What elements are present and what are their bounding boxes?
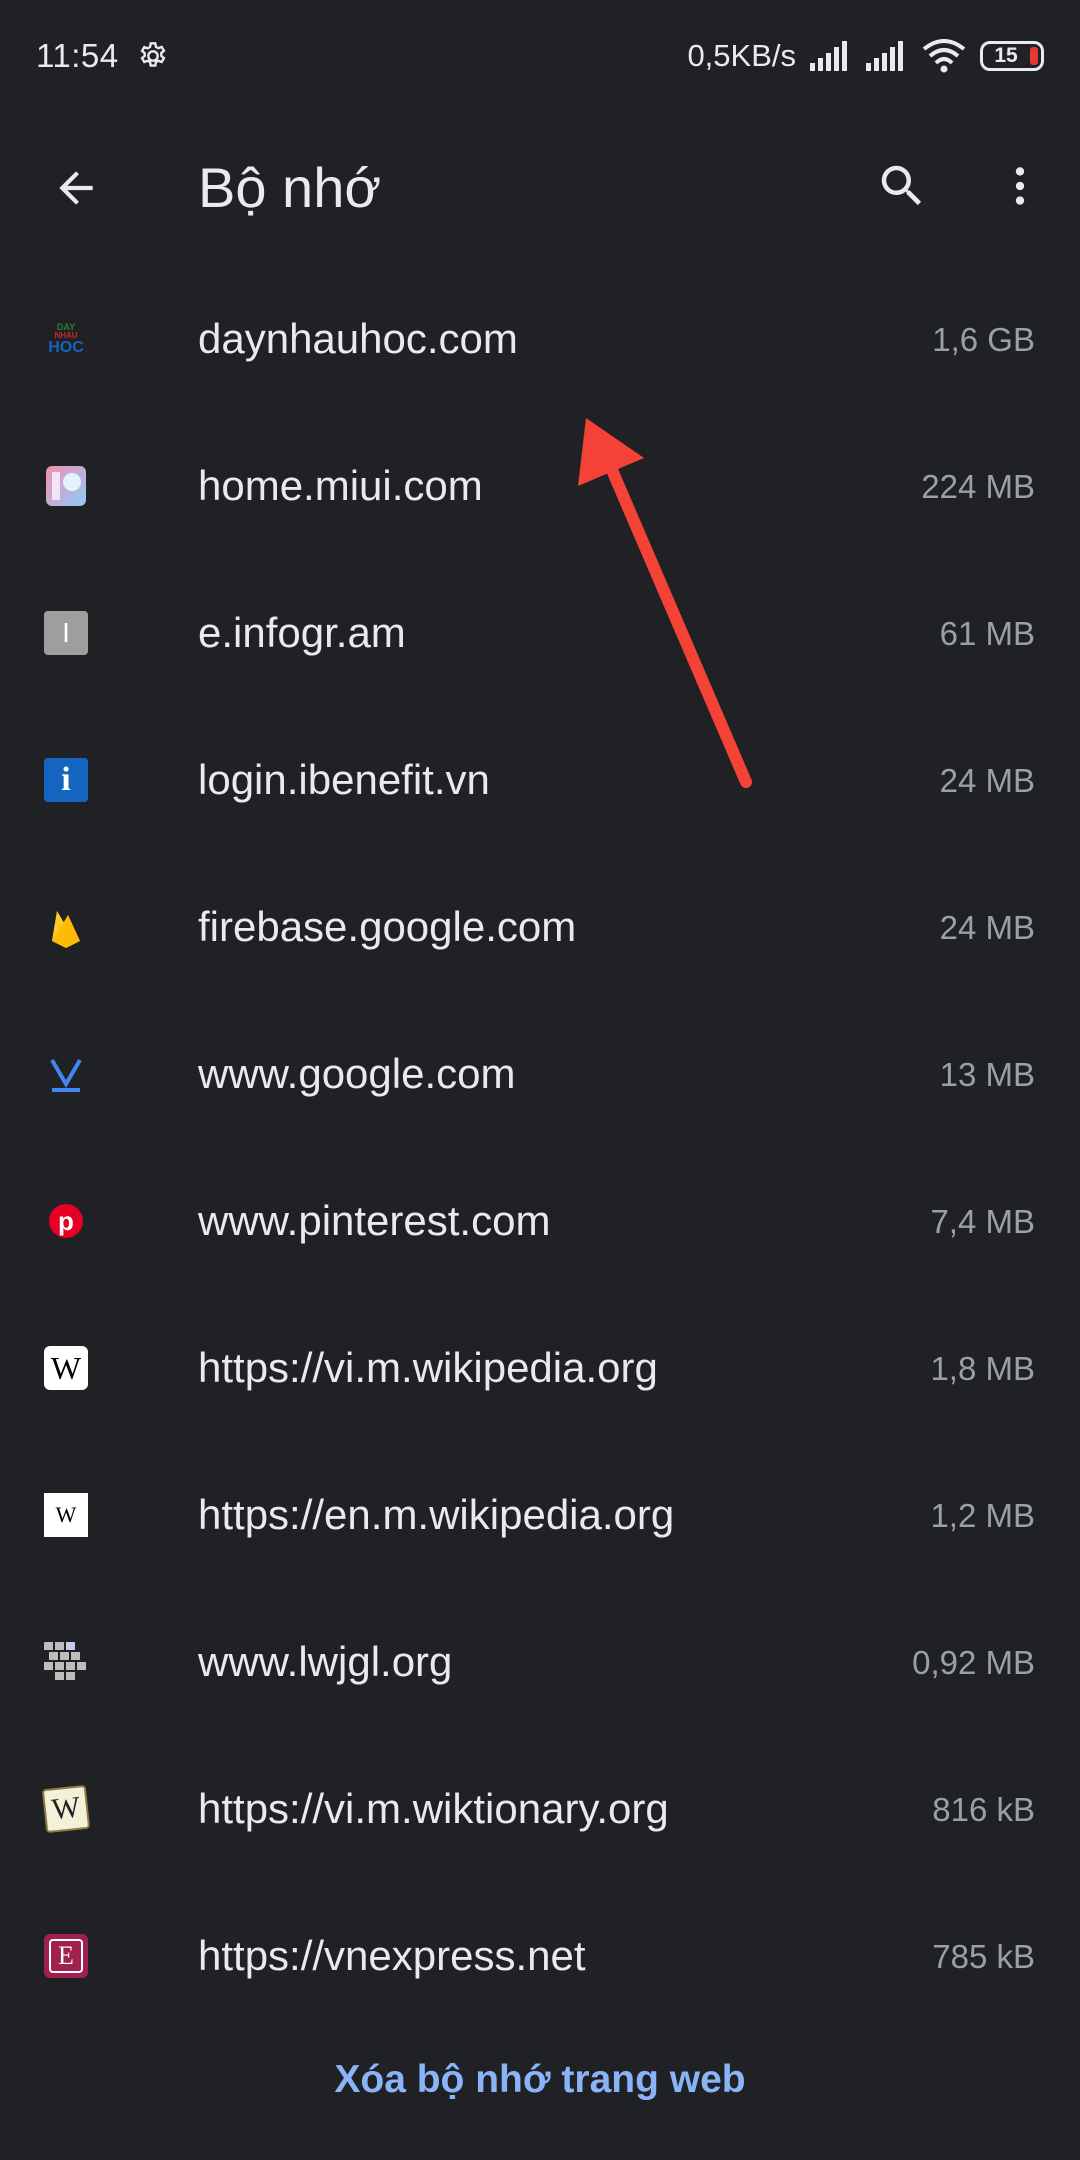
miui-favicon-icon [44, 464, 88, 508]
storage-screen: 11:54 0,5KB/s 15 Bộ nhớ DAY NHAU HOC day… [0, 0, 1080, 2160]
site-size: 785 kB [932, 1938, 1035, 1975]
site-storage-list: DAY NHAU HOC daynhauhoc.com 1,6 GB home.… [0, 266, 1080, 2030]
search-button[interactable] [866, 150, 938, 222]
site-row-pinterest[interactable]: p www.pinterest.com 7,4 MB [0, 1148, 1080, 1295]
site-row-vi-wikipedia[interactable]: W https://vi.m.wikipedia.org 1,8 MB [0, 1295, 1080, 1442]
favicon-text-hoc: HOC [48, 338, 84, 356]
site-name: www.lwjgl.org [198, 1638, 453, 1685]
network-speed: 0,5KB/s [687, 38, 796, 73]
site-row-lwjgl[interactable]: www.lwjgl.org 0,92 MB [0, 1589, 1080, 1736]
status-time: 11:54 [36, 37, 119, 74]
signal-icon [866, 41, 908, 71]
back-arrow-icon [59, 171, 93, 205]
favicon-letter: W [50, 1349, 82, 1386]
site-size: 1,2 MB [930, 1497, 1035, 1534]
site-name: home.miui.com [198, 462, 483, 509]
site-name: e.infogr.am [198, 609, 406, 656]
site-row-ibenefit[interactable]: i login.ibenefit.vn 24 MB [0, 707, 1080, 854]
site-name: https://vnexpress.net [198, 1932, 586, 1979]
favicon-letter: E [58, 1941, 74, 1970]
site-name: https://vi.m.wikipedia.org [198, 1344, 658, 1391]
wikipedia-favicon-icon: W [44, 1493, 88, 1537]
ibenefit-favicon-icon: i [44, 758, 88, 802]
site-size: 0,92 MB [912, 1644, 1035, 1681]
favicon-letter: p [58, 1206, 74, 1236]
wikipedia-favicon-icon: W [44, 1346, 88, 1390]
site-row-wiktionary[interactable]: W https://vi.m.wiktionary.org 816 kB [0, 1736, 1080, 1883]
site-size: 13 MB [939, 1056, 1035, 1093]
site-size: 1,6 GB [932, 321, 1035, 358]
site-row-daynhauhoc[interactable]: DAY NHAU HOC daynhauhoc.com 1,6 GB [0, 266, 1080, 413]
site-name: www.pinterest.com [198, 1197, 551, 1244]
battery-level: 15 [994, 44, 1018, 67]
site-name: https://en.m.wikipedia.org [198, 1491, 675, 1538]
page-title: Bộ nhớ [198, 156, 382, 219]
site-name: www.google.com [198, 1050, 516, 1097]
search-icon [881, 165, 922, 206]
site-row-infogram[interactable]: I e.infogr.am 61 MB [0, 560, 1080, 707]
vnexpress-favicon-icon: E [44, 1934, 88, 1978]
favicon-letter: I [62, 617, 70, 648]
back-button[interactable] [40, 152, 112, 224]
google-favicon-icon [44, 1052, 88, 1096]
site-name: login.ibenefit.vn [198, 756, 490, 803]
battery-icon: 15 [980, 41, 1044, 71]
favicon-letter: W [55, 1502, 77, 1527]
site-size: 24 MB [939, 909, 1035, 946]
wifi-icon [922, 39, 966, 73]
status-bar: 11:54 0,5KB/s 15 [0, 0, 1080, 112]
site-row-google[interactable]: www.google.com 13 MB [0, 1001, 1080, 1148]
site-size: 224 MB [921, 468, 1035, 505]
signal-icon [810, 41, 852, 71]
more-options-button[interactable] [984, 150, 1056, 222]
daynhauhoc-favicon-icon: DAY NHAU HOC [44, 317, 88, 361]
site-name: daynhauhoc.com [198, 315, 518, 362]
site-row-firebase[interactable]: firebase.google.com 24 MB [0, 854, 1080, 1001]
site-size: 816 kB [932, 1791, 1035, 1828]
favicon-letter: i [61, 761, 71, 798]
site-size: 61 MB [939, 615, 1035, 652]
site-row-en-wikipedia[interactable]: W https://en.m.wikipedia.org 1,2 MB [0, 1442, 1080, 1589]
favicon-letter: W [50, 1790, 82, 1827]
site-row-vnexpress[interactable]: E https://vnexpress.net 785 kB [0, 1883, 1080, 2030]
site-size: 7,4 MB [930, 1203, 1035, 1240]
pinterest-favicon-icon: p [44, 1199, 88, 1243]
site-row-miui[interactable]: home.miui.com 224 MB [0, 413, 1080, 560]
more-vert-icon [1015, 167, 1025, 205]
site-size: 1,8 MB [930, 1350, 1035, 1387]
site-name: https://vi.m.wiktionary.org [198, 1785, 669, 1832]
wiktionary-favicon-icon: W [41, 1784, 91, 1834]
site-size: 24 MB [939, 762, 1035, 799]
clear-site-storage-button[interactable]: Xóa bộ nhớ trang web [0, 2058, 1080, 2102]
settings-gear-icon [137, 40, 169, 72]
app-bar: Bộ nhớ [0, 112, 1080, 262]
site-name: firebase.google.com [198, 903, 577, 950]
infogram-favicon-icon: I [44, 611, 88, 655]
lwjgl-favicon-icon [44, 1640, 88, 1684]
firebase-favicon-icon [44, 905, 88, 949]
